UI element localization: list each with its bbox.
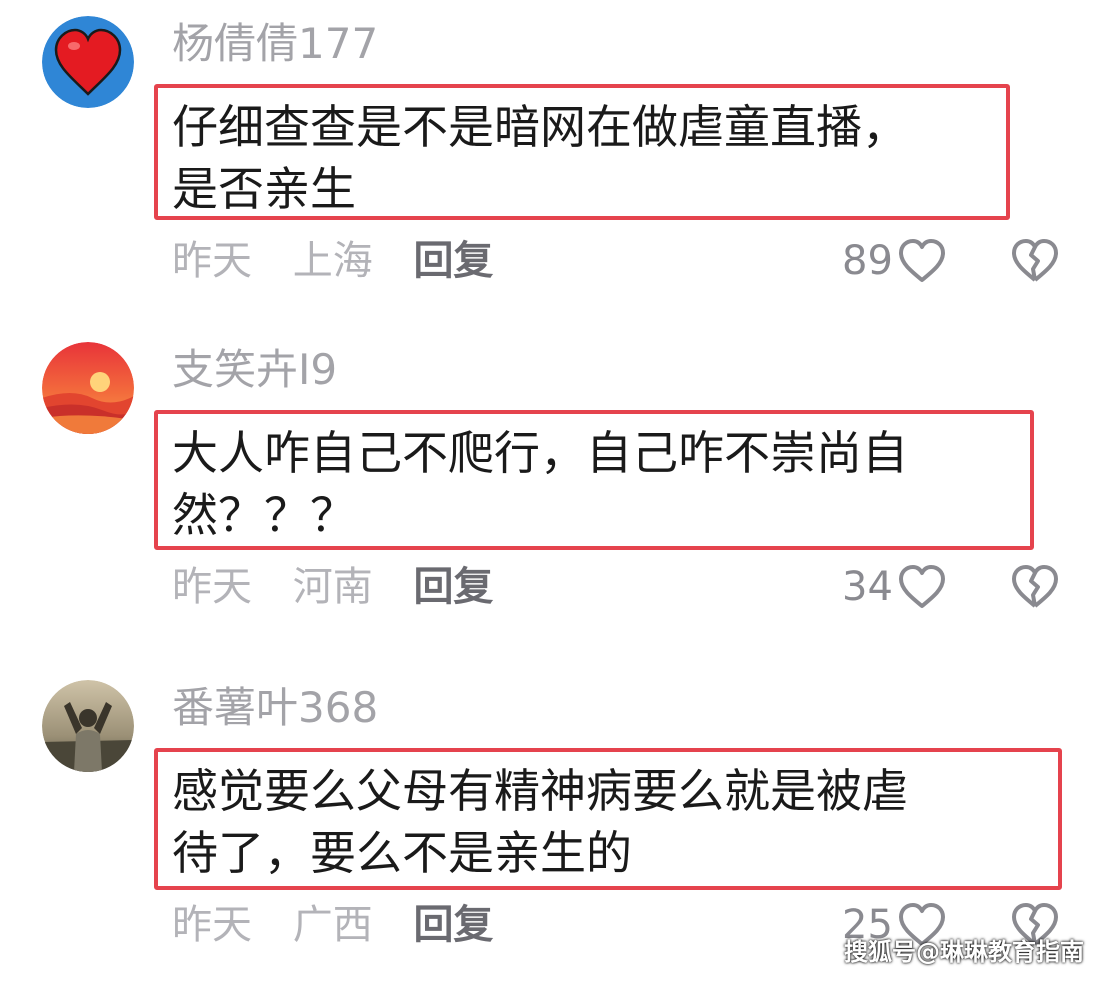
username[interactable]: 支笑卉I9 <box>172 344 337 396</box>
like-button[interactable]: 34 <box>842 562 947 612</box>
sunset-avatar-icon <box>42 342 134 434</box>
comment-meta: 昨天 上海 回复 <box>172 236 493 286</box>
like-count: 34 <box>842 564 893 610</box>
highlighted-comment-box: 大人咋自己不爬行，自己咋不崇尚自 然？？？ <box>154 410 1034 550</box>
red-heart-avatar-icon <box>42 16 134 108</box>
comment-location: 广西 <box>292 902 373 948</box>
broken-heart-icon <box>1010 564 1060 610</box>
comment-text-line: 是否亲生 <box>172 162 356 216</box>
heart-outline-icon <box>897 564 947 610</box>
username[interactable]: 番薯叶368 <box>172 682 378 734</box>
comment-location: 河南 <box>292 564 373 610</box>
comment-meta: 昨天 广西 回复 <box>172 900 493 950</box>
comment-text-line: 待了，要么不是亲生的 <box>172 826 632 880</box>
avatar[interactable] <box>42 16 134 108</box>
reply-button[interactable]: 回复 <box>413 236 493 286</box>
reply-button[interactable]: 回复 <box>413 900 493 950</box>
username[interactable]: 杨倩倩177 <box>172 18 378 70</box>
broken-heart-icon <box>1010 238 1060 284</box>
comment-text-line: 大人咋自己不爬行，自己咋不崇尚自 <box>172 426 908 480</box>
comment-text-line: 仔细查查是不是暗网在做虐童直播， <box>172 100 908 154</box>
comment-meta: 昨天 河南 回复 <box>172 562 493 612</box>
like-count: 89 <box>842 238 893 284</box>
comment-location: 上海 <box>292 238 373 284</box>
comment-date: 昨天 <box>172 238 252 284</box>
avatar[interactable] <box>42 342 134 434</box>
dislike-button[interactable] <box>1010 562 1060 612</box>
reply-button[interactable]: 回复 <box>413 562 493 612</box>
watermark: 搜狐号@琳琳教育指南 <box>844 938 1084 966</box>
dislike-button[interactable] <box>1010 236 1060 286</box>
comment-date: 昨天 <box>172 902 252 948</box>
highlighted-comment-box: 感觉要么父母有精神病要么就是被虐 待了，要么不是亲生的 <box>154 748 1062 890</box>
highlighted-comment-box: 仔细查查是不是暗网在做虐童直播， 是否亲生 <box>154 84 1010 220</box>
comment-date: 昨天 <box>172 564 252 610</box>
avatar[interactable] <box>42 680 134 772</box>
person-photo-avatar-icon <box>42 680 134 772</box>
heart-outline-icon <box>897 238 947 284</box>
comment-text-line: 然？？？ <box>172 488 356 542</box>
like-button[interactable]: 89 <box>842 236 947 286</box>
comment-text-line: 感觉要么父母有精神病要么就是被虐 <box>172 764 908 818</box>
